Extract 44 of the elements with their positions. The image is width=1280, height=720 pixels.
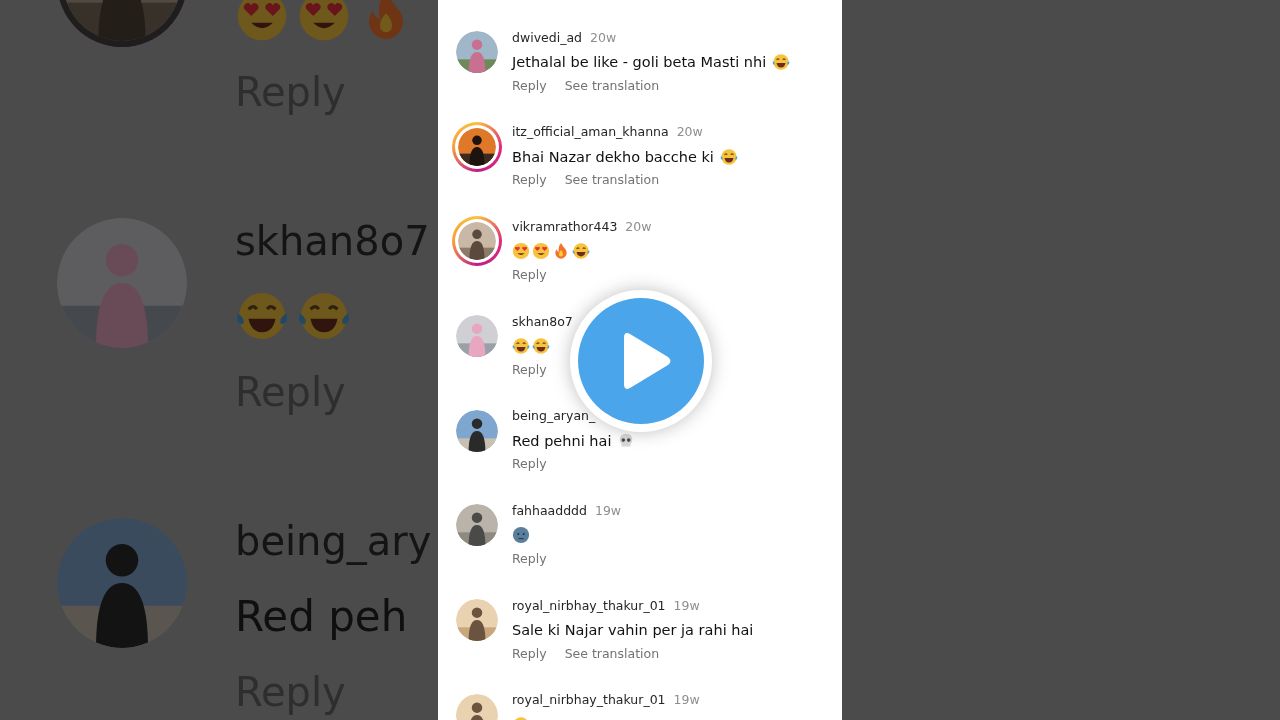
laughing-emoji-icon [719,147,738,166]
cold-face-emoji-icon [512,526,530,545]
fire-emoji-icon [552,242,570,261]
username[interactable]: dwivedi_ad [512,29,582,45]
timestamp: 19w [673,692,700,708]
story-ring[interactable] [452,216,502,267]
reply-link[interactable]: Reply [512,550,547,566]
timestamp: 19w [594,502,622,518]
username[interactable]: itz_official_aman_khanna [512,124,669,140]
username: being_ary [235,518,432,564]
reply-link[interactable]: Reply [512,172,547,188]
heart-eyes-emoji-icon [235,0,289,43]
reply-link[interactable]: Reply [512,645,547,661]
username[interactable]: royal_nirbhay_thakur_01 [512,692,666,708]
timestamp: 20w [590,29,617,45]
reply-link[interactable]: Reply [512,77,547,93]
username[interactable]: being_aryan_ [512,408,596,424]
comment-text: Red pehni hai [512,432,612,449]
heart-eyes-emoji-icon [297,0,351,43]
see-translation-link[interactable]: See translation [564,172,660,188]
comment-text: Bhai Nazar dekho bacche ki [512,148,714,165]
timestamp: 20w [676,124,703,140]
story-ring[interactable] [452,121,502,172]
heart-eyes-emoji-icon [512,242,530,261]
username[interactable]: vikramrathor443 [512,218,618,234]
reply-link[interactable]: Reply [512,361,547,377]
see-translation-link[interactable]: See translation [564,645,660,661]
username[interactable]: fahhaadddd [512,502,587,518]
reply-link[interactable]: Reply [512,266,547,282]
username[interactable]: skhan8o7 [512,313,573,329]
laughing-emoji-icon [532,337,550,356]
laughing-emoji-icon [772,53,791,71]
comment-text: Red peh [235,591,408,641]
timestamp: 19w [673,597,700,613]
laughing-emoji-icon [572,242,590,261]
comment-text: Sale ki Najar vahin per ja rahi hai [512,622,754,639]
username: skhan8o7 [235,218,430,264]
timestamp: 20w [625,218,652,234]
username[interactable]: royal_nirbhay_thakur_01 [512,597,666,613]
laughing-emoji-icon [512,337,530,356]
heart-eyes-emoji-icon [532,242,550,261]
comment-text: Jethalal be like - goli beta Masti nhi [512,54,767,70]
see-translation-link[interactable]: See translation [564,77,660,93]
reply-link[interactable]: Reply [512,456,547,472]
